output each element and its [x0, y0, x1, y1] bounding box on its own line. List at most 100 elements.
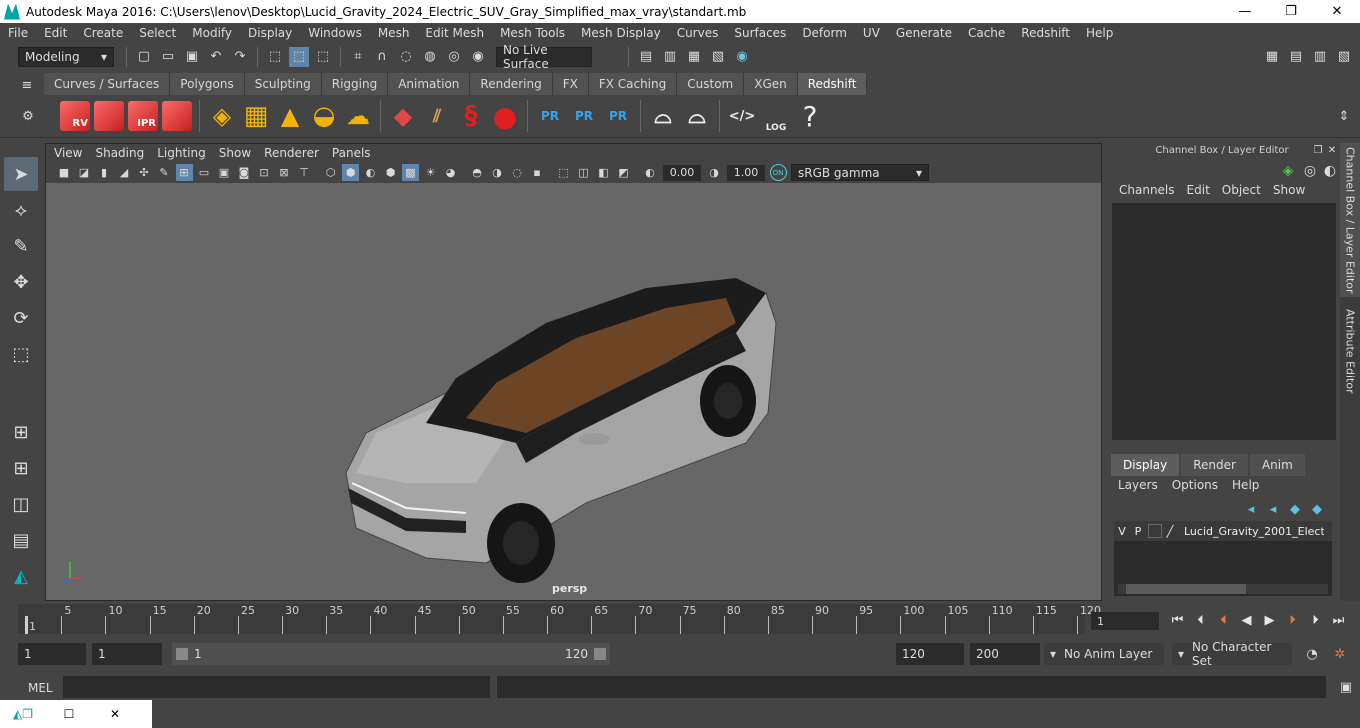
- select-component-icon[interactable]: ⬚: [313, 47, 333, 67]
- tab-xgen[interactable]: XGen: [744, 73, 798, 95]
- material-ball-icon[interactable]: ●: [488, 99, 522, 133]
- sun-sky-icon[interactable]: ☁: [341, 99, 375, 133]
- menu-surfaces[interactable]: Surfaces: [726, 26, 794, 40]
- menu-mesh-display[interactable]: Mesh Display: [573, 26, 669, 40]
- menu-cache[interactable]: Cache: [960, 26, 1013, 40]
- xray-icon[interactable]: ◫: [575, 164, 592, 181]
- layout-single-icon[interactable]: ⊞: [4, 415, 38, 449]
- maximize-small-icon[interactable]: ☐: [46, 707, 92, 721]
- shelf-menu-icon[interactable]: ≡: [18, 75, 36, 95]
- gate-mask-icon[interactable]: ◙: [236, 164, 253, 181]
- perspective-viewport[interactable]: persp: [46, 183, 1101, 600]
- current-frame-field[interactable]: 1: [1091, 612, 1159, 630]
- anim-layer-selector[interactable]: ▾ No Anim Layer: [1044, 643, 1164, 665]
- tab-rendering[interactable]: Rendering: [470, 73, 553, 95]
- step-back-frame-icon[interactable]: ⏴: [1189, 608, 1212, 632]
- save-scene-icon[interactable]: ▣: [182, 47, 202, 67]
- layout-four-icon[interactable]: ⊞: [4, 451, 38, 485]
- channel-box-body[interactable]: [1112, 203, 1336, 440]
- redo-icon[interactable]: ↷: [230, 47, 250, 67]
- layer-playback-toggle[interactable]: P: [1130, 525, 1146, 538]
- isolate-select-icon[interactable]: ⬚: [555, 164, 572, 181]
- portal-light-icon[interactable]: ▦: [239, 99, 273, 133]
- xray-components-icon[interactable]: ◩: [615, 164, 632, 181]
- tab-sculpting[interactable]: Sculpting: [244, 73, 322, 95]
- range-end-handle[interactable]: [594, 648, 606, 660]
- minimize-button[interactable]: —: [1222, 0, 1268, 23]
- toggle-panel-icon[interactable]: ▤: [1286, 47, 1306, 67]
- close-small-icon[interactable]: ✕: [92, 707, 138, 721]
- film-gate-icon[interactable]: ▭: [196, 164, 213, 181]
- playback-start-field[interactable]: 1: [92, 643, 162, 665]
- layer-scrollbar[interactable]: [1118, 584, 1328, 594]
- restore-icon[interactable]: ◭❐: [0, 707, 46, 721]
- layer-menu-help[interactable]: Help: [1232, 478, 1273, 492]
- lasso-tool-icon[interactable]: ⟡: [4, 193, 38, 227]
- tab-display[interactable]: Display: [1111, 454, 1180, 476]
- tab-polygons[interactable]: Polygons: [170, 73, 245, 95]
- tab-anim[interactable]: Anim: [1249, 454, 1305, 476]
- hypershade-icon[interactable]: ◉: [732, 47, 752, 67]
- gamma-field[interactable]: 1.00: [727, 164, 765, 181]
- tab-rigging[interactable]: Rigging: [321, 73, 389, 95]
- maya-home-icon[interactable]: ◭: [4, 559, 38, 593]
- menu-create[interactable]: Create: [75, 26, 131, 40]
- field-chart-icon[interactable]: ⊡: [256, 164, 273, 181]
- panel-menu-panels[interactable]: Panels: [328, 146, 380, 160]
- layer-scrollbar-thumb[interactable]: [1126, 584, 1246, 594]
- depth-of-field-icon[interactable]: ▪: [529, 164, 546, 181]
- menu-mesh-tools[interactable]: Mesh Tools: [492, 26, 573, 40]
- float-panel-icon[interactable]: ❐: [1312, 143, 1324, 157]
- snap-curve-icon[interactable]: ∩: [372, 47, 392, 67]
- menu-edit[interactable]: Edit: [36, 26, 75, 40]
- layer-display-type-toggle[interactable]: [1148, 524, 1162, 538]
- new-layer-icon[interactable]: ◆: [1286, 499, 1304, 519]
- layer-visibility-toggle[interactable]: V: [1114, 525, 1130, 538]
- lights-icon[interactable]: ☀: [422, 164, 439, 181]
- layer-row[interactable]: V P ╱ Lucid_Gravity_2001_Electric_S: [1114, 521, 1332, 541]
- play-forwards-icon[interactable]: ▶: [1258, 608, 1281, 632]
- mode-selector[interactable]: Modeling ▾: [18, 46, 114, 67]
- tab-animation[interactable]: Animation: [388, 73, 471, 95]
- maximize-button[interactable]: ❐: [1268, 0, 1314, 23]
- resolution-gate-icon[interactable]: ▣: [216, 164, 233, 181]
- menu-select[interactable]: Select: [131, 26, 184, 40]
- new-layer-selected-icon[interactable]: ◆: [1308, 499, 1326, 519]
- step-forward-key-icon[interactable]: ⏵: [1281, 608, 1304, 632]
- animation-preferences-icon[interactable]: ✲: [1330, 644, 1350, 664]
- toggle-attribute-icon[interactable]: ▥: [1310, 47, 1330, 67]
- exposure-icon[interactable]: ◐: [642, 164, 659, 181]
- new-scene-icon[interactable]: ▢: [134, 47, 154, 67]
- snap-view-icon[interactable]: ◍: [420, 47, 440, 67]
- go-to-end-icon[interactable]: ⏭: [1327, 608, 1350, 632]
- current-time-marker[interactable]: [25, 616, 28, 634]
- pr-export-icon[interactable]: PR: [567, 99, 601, 133]
- layout-two-icon[interactable]: ◫: [4, 487, 38, 521]
- step-back-key-icon[interactable]: ⏴: [1212, 608, 1235, 632]
- menu-redshift[interactable]: Redshift: [1013, 26, 1078, 40]
- grid-icon[interactable]: ⊞: [175, 164, 193, 181]
- safe-action-icon[interactable]: ⊠: [276, 164, 293, 181]
- open-scene-icon[interactable]: ▭: [158, 47, 178, 67]
- tab-fx[interactable]: FX: [552, 73, 589, 95]
- menu-file[interactable]: File: [0, 26, 36, 40]
- default-material-icon[interactable]: ◐: [362, 164, 379, 181]
- image-plane-icon[interactable]: ◢: [116, 164, 133, 181]
- menu-modify[interactable]: Modify: [184, 26, 240, 40]
- menu-display[interactable]: Display: [240, 26, 300, 40]
- menu-generate[interactable]: Generate: [888, 26, 960, 40]
- outliner-layout-icon[interactable]: ▤: [4, 523, 38, 557]
- character-set-selector[interactable]: ▾ No Character Set: [1172, 640, 1292, 668]
- menu-help[interactable]: Help: [1078, 26, 1121, 40]
- select-hierarchy-icon[interactable]: ⬚: [265, 47, 285, 67]
- move-tool-icon[interactable]: ✥: [4, 265, 38, 299]
- gamma-icon[interactable]: ◑: [706, 164, 723, 181]
- wireframe-on-shaded-icon[interactable]: ⬢: [382, 164, 399, 181]
- ipr-render-icon[interactable]: ▦: [684, 47, 704, 67]
- workspace-icon[interactable]: ▦: [1262, 47, 1282, 67]
- camera-attr-icon[interactable]: ◪: [76, 164, 93, 181]
- animation-start-field[interactable]: 1: [18, 643, 86, 665]
- panel-menu-renderer[interactable]: Renderer: [260, 146, 328, 160]
- cb-menu-channels[interactable]: Channels: [1114, 183, 1182, 197]
- tab-render[interactable]: Render: [1181, 454, 1248, 476]
